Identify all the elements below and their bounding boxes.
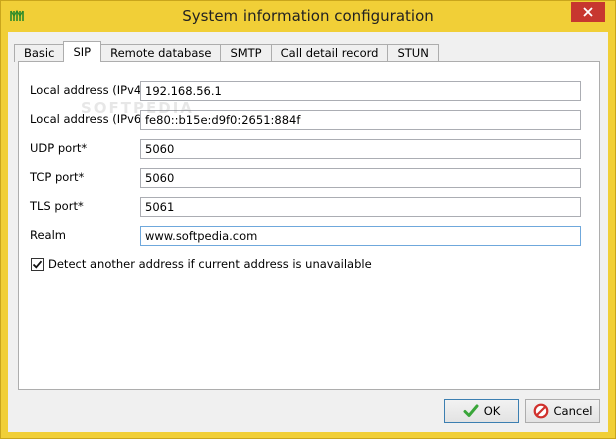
close-icon bbox=[583, 7, 593, 17]
close-button[interactable] bbox=[571, 2, 605, 22]
checkmark-icon bbox=[32, 260, 43, 269]
detect-address-checkbox[interactable] bbox=[31, 258, 44, 271]
tab-smtp[interactable]: SMTP bbox=[220, 44, 272, 62]
realm-input[interactable]: www.softpedia.com bbox=[140, 226, 581, 246]
ok-button-label: OK bbox=[483, 404, 501, 418]
udp-port-input[interactable]: 5060 bbox=[140, 139, 581, 159]
tls-port-input[interactable]: 5061 bbox=[140, 197, 581, 217]
tcp-port-label: TCP port* bbox=[30, 170, 85, 184]
tab-stun[interactable]: STUN bbox=[387, 44, 439, 62]
title-bar[interactable]: System information configuration bbox=[1, 1, 615, 32]
ipv4-label: Local address (IPv4)* bbox=[30, 83, 152, 97]
ipv6-input[interactable]: fe80::b15e:d9f0:2651:884f bbox=[140, 110, 581, 130]
ipv4-input[interactable]: 192.168.56.1 bbox=[140, 81, 581, 101]
dialog-window: System information configuration Basic S… bbox=[0, 0, 616, 439]
window-title: System information configuration bbox=[182, 7, 434, 25]
ok-button[interactable]: OK bbox=[444, 399, 519, 423]
tcp-port-input[interactable]: 5060 bbox=[140, 168, 581, 188]
realm-label: Realm bbox=[30, 228, 66, 242]
checkmark-icon bbox=[463, 404, 479, 417]
cancel-button-label: Cancel bbox=[553, 404, 593, 418]
no-entry-icon bbox=[533, 403, 548, 419]
tab-basic[interactable]: Basic bbox=[14, 44, 65, 62]
tab-strip: Basic SIP Remote database SMTP Call deta… bbox=[14, 41, 439, 62]
tab-call-detail-record[interactable]: Call detail record bbox=[270, 44, 389, 62]
udp-port-label: UDP port* bbox=[30, 141, 88, 155]
tab-sip[interactable]: SIP bbox=[63, 41, 102, 62]
cancel-button[interactable]: Cancel bbox=[525, 399, 600, 423]
detect-address-label[interactable]: Detect another address if current addres… bbox=[48, 257, 372, 271]
tab-remote-database[interactable]: Remote database bbox=[100, 44, 222, 62]
tls-port-label: TLS port* bbox=[30, 199, 84, 213]
watermark: SOFTPEDIA bbox=[81, 99, 194, 117]
